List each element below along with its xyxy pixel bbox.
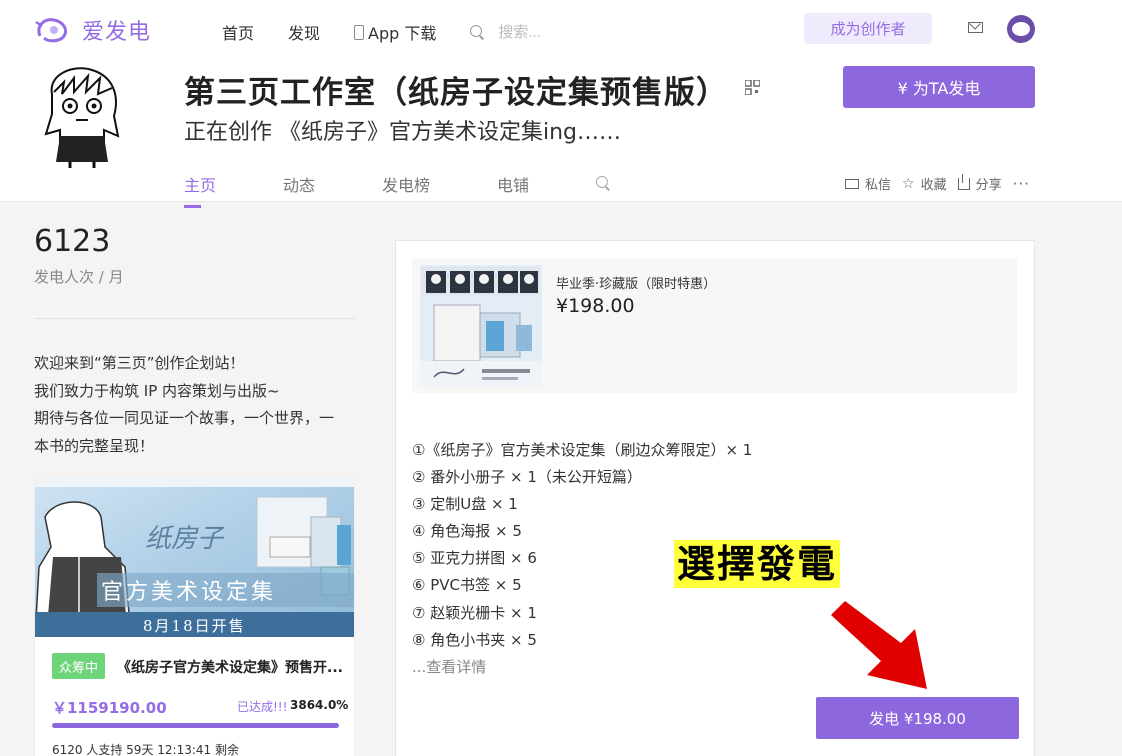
share-action[interactable]: 分享 bbox=[957, 173, 1002, 193]
favorite-label: 收藏 bbox=[920, 178, 947, 193]
message-action[interactable]: 私信 bbox=[845, 174, 891, 193]
supporters-text: 6120 人支持 59天 12:13:41 剩余 bbox=[52, 743, 239, 756]
search-icon[interactable] bbox=[470, 25, 484, 39]
creator-avatar bbox=[44, 67, 120, 168]
tab-search-icon[interactable] bbox=[596, 176, 610, 190]
main-nav: 首页 发现 App 下载 bbox=[222, 20, 649, 44]
intro-line: 欢迎来到“第三页”创作企划站！ bbox=[34, 354, 245, 372]
banner-subtitle-text: 官方美术设定集 bbox=[101, 580, 276, 605]
sponsor-button[interactable]: ¥ 为TA发电 bbox=[843, 66, 1035, 108]
tab-home[interactable]: 主页 bbox=[184, 172, 216, 208]
list-item: ③ 定制U盘 × 1 bbox=[412, 495, 518, 514]
favorite-action[interactable]: ☆ 收藏 bbox=[902, 174, 947, 194]
campaign-banner-image: 纸房子 官方美术设定集 8月18日开售 bbox=[35, 477, 354, 637]
list-item: ② 番外小册子 × 1（未公开短篇） bbox=[412, 468, 642, 487]
more-menu-button[interactable]: ··· bbox=[1013, 175, 1030, 193]
logo[interactable]: 爱发电 bbox=[34, 14, 151, 46]
campaign-title[interactable]: 《纸房子官方美术设定集》预售开... bbox=[117, 657, 343, 677]
nav-app-download[interactable]: App 下载 bbox=[354, 20, 436, 44]
become-creator-button[interactable]: 成为创作者 bbox=[804, 13, 932, 44]
intro-line: 本书的完整呈现！ bbox=[34, 436, 155, 455]
funded-percent: 3864.0% bbox=[290, 698, 349, 712]
sponsor-tier-panel: 毕业季·珍藏版（限时特惠） ¥198.00 ①《纸房子》官方美术设定集（刷边众筹… bbox=[395, 240, 1035, 756]
tab-activity[interactable]: 动态 bbox=[283, 172, 315, 202]
header: 爱发电 首页 发现 App 下载 成为创作者 第三页工作室（纸房子设定集预售版）… bbox=[0, 0, 1122, 208]
search-input[interactable] bbox=[498, 23, 649, 41]
tier-option[interactable]: 毕业季·珍藏版（限时特惠） ¥198.00 bbox=[412, 259, 1017, 393]
annotation-callout: 選擇發電 bbox=[674, 540, 841, 588]
user-avatar[interactable] bbox=[1007, 15, 1035, 43]
progress-fill bbox=[52, 723, 339, 728]
star-icon: ☆ bbox=[902, 175, 915, 192]
creator-subtitle: 正在创作 《纸房子》官方美术设定集ing…… bbox=[184, 120, 622, 145]
nav-home[interactable]: 首页 bbox=[222, 20, 254, 44]
status-badge: 众筹中 bbox=[52, 653, 105, 679]
raised-amount: ￥1159190.00 bbox=[52, 699, 167, 717]
divider bbox=[34, 318, 355, 319]
share-icon bbox=[957, 173, 970, 190]
logo-text: 爱发电 bbox=[82, 20, 152, 45]
intro-line: 期待与各位一同见证一个故事，一个世界，一 bbox=[34, 409, 335, 427]
share-label: 分享 bbox=[975, 178, 1002, 193]
nav-app-download-label: App 下载 bbox=[368, 24, 437, 43]
mail-icon bbox=[845, 178, 859, 189]
banner-title-text: 纸房子 bbox=[145, 524, 225, 554]
tab-sponsor-ranking[interactable]: 发电榜 bbox=[382, 172, 430, 202]
page-title: 第三页工作室（纸房子设定集预售版） bbox=[184, 75, 728, 111]
list-item: ⑧ 角色小书夹 × 5 bbox=[412, 630, 537, 649]
sponsor-count-label: 发电人次 / 月 bbox=[34, 268, 124, 286]
nav-discover[interactable]: 发现 bbox=[288, 20, 320, 44]
tier-name: 毕业季·珍藏版（限时特惠） bbox=[556, 277, 717, 292]
banner-date-text: 8月18日开售 bbox=[143, 617, 246, 635]
search-box[interactable] bbox=[470, 23, 649, 41]
tier-price: ¥198.00 bbox=[556, 295, 635, 317]
progress-bar bbox=[52, 723, 339, 728]
profile-tabs: 主页 动态 发电榜 电铺 bbox=[184, 172, 610, 208]
intro-line: 我们致力于构筑 IP 内容策划与出版~ bbox=[34, 381, 280, 400]
red-arrow-icon bbox=[831, 601, 927, 689]
creator-intro: 欢迎来到“第三页”创作企划站！ 我们致力于构筑 IP 内容策划与出版~ 期待与各… bbox=[34, 350, 359, 460]
mail-icon[interactable] bbox=[968, 22, 983, 33]
tab-shop[interactable]: 电铺 bbox=[497, 172, 529, 202]
list-item: ⑦ 赵颖光栅卡 × 1 bbox=[412, 603, 537, 622]
profile-actions: 私信 ☆ 收藏 分享 ··· bbox=[845, 173, 1030, 194]
message-label: 私信 bbox=[865, 178, 892, 193]
qr-code-icon[interactable] bbox=[745, 80, 760, 95]
crowdfunding-card[interactable]: 纸房子 官方美术设定集 8月18日开售 众筹中 《纸房子官方美术设定集》预售开.… bbox=[34, 476, 355, 756]
sponsor-count: 6123 bbox=[34, 224, 111, 259]
logo-icon bbox=[35, 18, 68, 43]
pay-sponsor-button[interactable]: 发电 ¥198.00 bbox=[816, 697, 1019, 739]
tier-product-image bbox=[420, 265, 542, 387]
list-item: ①《纸房子》官方美术设定集（刷边众筹限定）× 1 bbox=[412, 441, 753, 459]
phone-icon bbox=[354, 24, 365, 40]
reached-label: 已达成!!! bbox=[237, 700, 288, 714]
view-details-link[interactable]: ...查看详情 bbox=[412, 654, 752, 681]
